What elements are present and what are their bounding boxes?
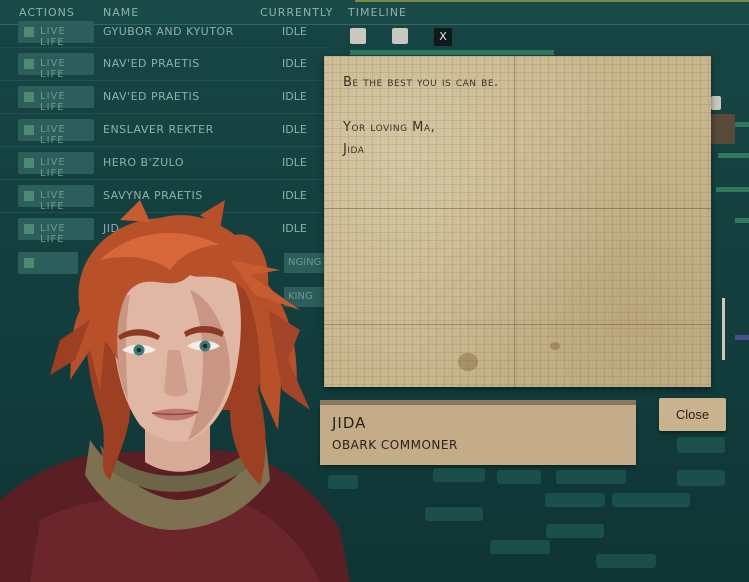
trophy-icon bbox=[677, 470, 725, 486]
row-name: HERO B'ZULO bbox=[103, 156, 185, 169]
fold-line bbox=[324, 208, 711, 209]
resource-icon bbox=[545, 493, 605, 507]
letter-line-1: Be the best you is can be. bbox=[343, 75, 499, 90]
row-status: IDLE bbox=[282, 57, 307, 70]
row-status: IDLE bbox=[282, 123, 307, 136]
table-row: LIVE LIFE GYUBOR AND KYUTOR IDLE bbox=[0, 17, 330, 48]
resource-icon bbox=[596, 554, 656, 568]
paper-stain bbox=[458, 353, 478, 371]
row-status: IDLE bbox=[282, 90, 307, 103]
row-divider bbox=[0, 113, 330, 114]
life-icon bbox=[24, 125, 34, 135]
live-life-button[interactable]: LIVE LIFE bbox=[18, 53, 94, 80]
row-divider bbox=[0, 146, 330, 147]
live-life-button[interactable]: LIVE LIFE bbox=[18, 86, 94, 113]
resource-icon bbox=[425, 507, 483, 521]
row-divider bbox=[0, 179, 330, 180]
character-nameplate: JIDA OBARK COMMONER bbox=[320, 405, 636, 465]
timeline-bar-green bbox=[735, 218, 749, 223]
timeline-bar-green bbox=[718, 153, 749, 158]
row-status: IDLE bbox=[282, 156, 307, 169]
row-name: ENSLAVER REKTER bbox=[103, 123, 214, 136]
row-name: NAV'ED PRAETIS bbox=[103, 90, 200, 103]
row-divider bbox=[0, 47, 330, 48]
close-button[interactable]: Close bbox=[659, 398, 726, 431]
letter-paper: Be the best you is can be. Yor loving Ma… bbox=[324, 56, 711, 387]
paper-stain bbox=[550, 342, 560, 350]
letter-scrollbar[interactable] bbox=[722, 298, 725, 360]
table-row: LIVE LIFE HERO B'ZULO IDLE bbox=[0, 148, 330, 179]
life-icon bbox=[24, 92, 34, 102]
resource-icon bbox=[612, 493, 690, 507]
table-row: LIVE LIFE ENSLAVER REKTER IDLE bbox=[0, 115, 330, 146]
timeline-bar-purple bbox=[735, 335, 749, 340]
timeline-bar-green bbox=[350, 50, 554, 55]
resource-icon bbox=[546, 524, 604, 538]
resource-icon bbox=[490, 540, 550, 554]
letter-line-2: Yor loving Ma, bbox=[343, 120, 436, 135]
timeline-bar bbox=[355, 0, 749, 2]
resource-icon bbox=[556, 470, 626, 484]
resource-icon bbox=[677, 437, 725, 453]
table-row: LIVE LIFE NAV'ED PRAETIS IDLE bbox=[0, 49, 330, 80]
header-timeline: TIMELINE bbox=[348, 6, 407, 19]
document-icon[interactable] bbox=[711, 96, 721, 110]
document-icon[interactable] bbox=[392, 28, 408, 44]
row-name: GYUBOR AND KYUTOR bbox=[103, 25, 234, 38]
resource-icon bbox=[497, 470, 541, 484]
fold-line bbox=[514, 56, 515, 387]
character-portrait bbox=[0, 200, 350, 582]
table-row: LIVE LIFE NAV'ED PRAETIS IDLE bbox=[0, 82, 330, 113]
row-name: NAV'ED PRAETIS bbox=[103, 57, 200, 70]
live-life-button[interactable]: LIVE LIFE bbox=[18, 119, 94, 146]
life-icon bbox=[24, 59, 34, 69]
life-icon bbox=[24, 158, 34, 168]
character-thumbnail[interactable] bbox=[711, 114, 735, 144]
live-life-button[interactable]: LIVE LIFE bbox=[18, 21, 94, 48]
letter-line-3: Jida bbox=[343, 142, 365, 157]
timeline-bar-green bbox=[716, 187, 749, 192]
fold-line bbox=[324, 324, 711, 325]
timeline-close-x[interactable]: X bbox=[434, 28, 452, 46]
row-status: IDLE bbox=[282, 25, 307, 38]
life-icon bbox=[24, 27, 34, 37]
resource-icon bbox=[433, 468, 485, 482]
document-icon[interactable] bbox=[350, 28, 366, 44]
live-life-button[interactable]: LIVE LIFE bbox=[18, 152, 94, 179]
row-divider bbox=[0, 80, 330, 81]
